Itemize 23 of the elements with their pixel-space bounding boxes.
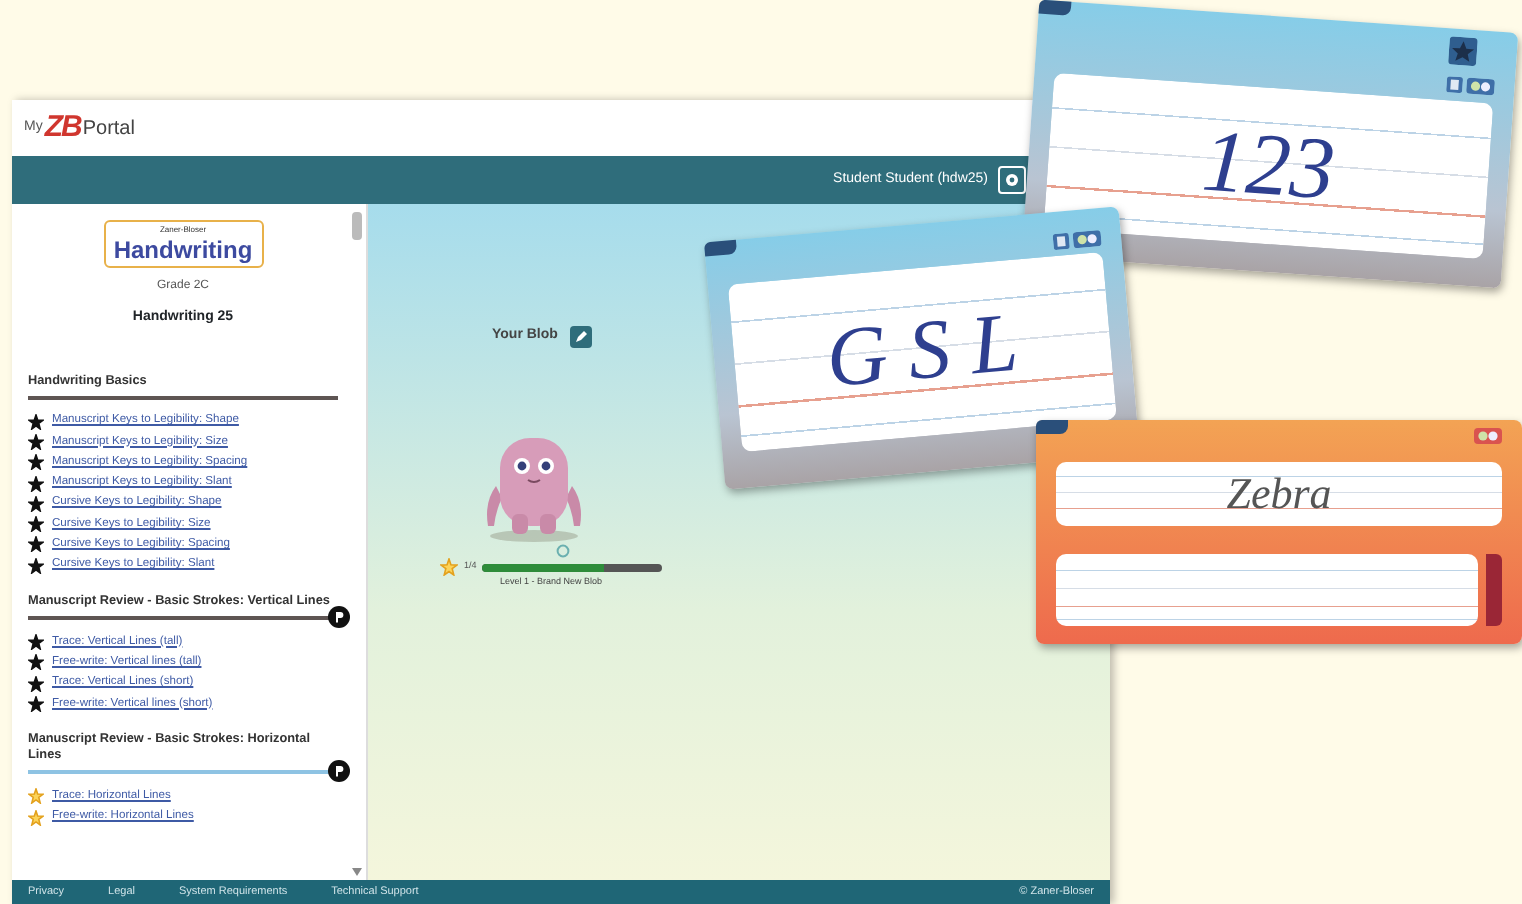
star-icon: [440, 558, 458, 576]
page-icon[interactable]: [1446, 76, 1464, 94]
logo-mark[interactable]: ZB: [44, 105, 81, 151]
badge-icon[interactable]: [328, 760, 350, 783]
toggle-icon[interactable]: [1474, 428, 1502, 444]
star-button[interactable]: [1448, 36, 1478, 67]
loading-ring-icon: [556, 544, 570, 558]
logo-text[interactable]: Portal: [82, 113, 135, 143]
pencil-icon: [573, 330, 588, 344]
settings-button[interactable]: [998, 166, 1026, 194]
scroll-down-icon[interactable]: [352, 868, 362, 876]
toggle-icon[interactable]: [1072, 230, 1102, 249]
handwriting-text: 123: [1199, 117, 1338, 215]
edit-button[interactable]: [569, 326, 592, 348]
settings-icon: [1004, 172, 1020, 188]
scrollbar-thumb[interactable]: [352, 212, 362, 240]
handwriting-text: Zebra: [1226, 472, 1332, 516]
toggle-icon[interactable]: [1466, 77, 1496, 96]
card-tag: [1036, 420, 1068, 434]
page-icon[interactable]: [1052, 232, 1070, 251]
badge-icon[interactable]: [328, 605, 350, 628]
handwriting-text: G S L: [823, 301, 1022, 403]
card-tag: [1038, 0, 1072, 16]
